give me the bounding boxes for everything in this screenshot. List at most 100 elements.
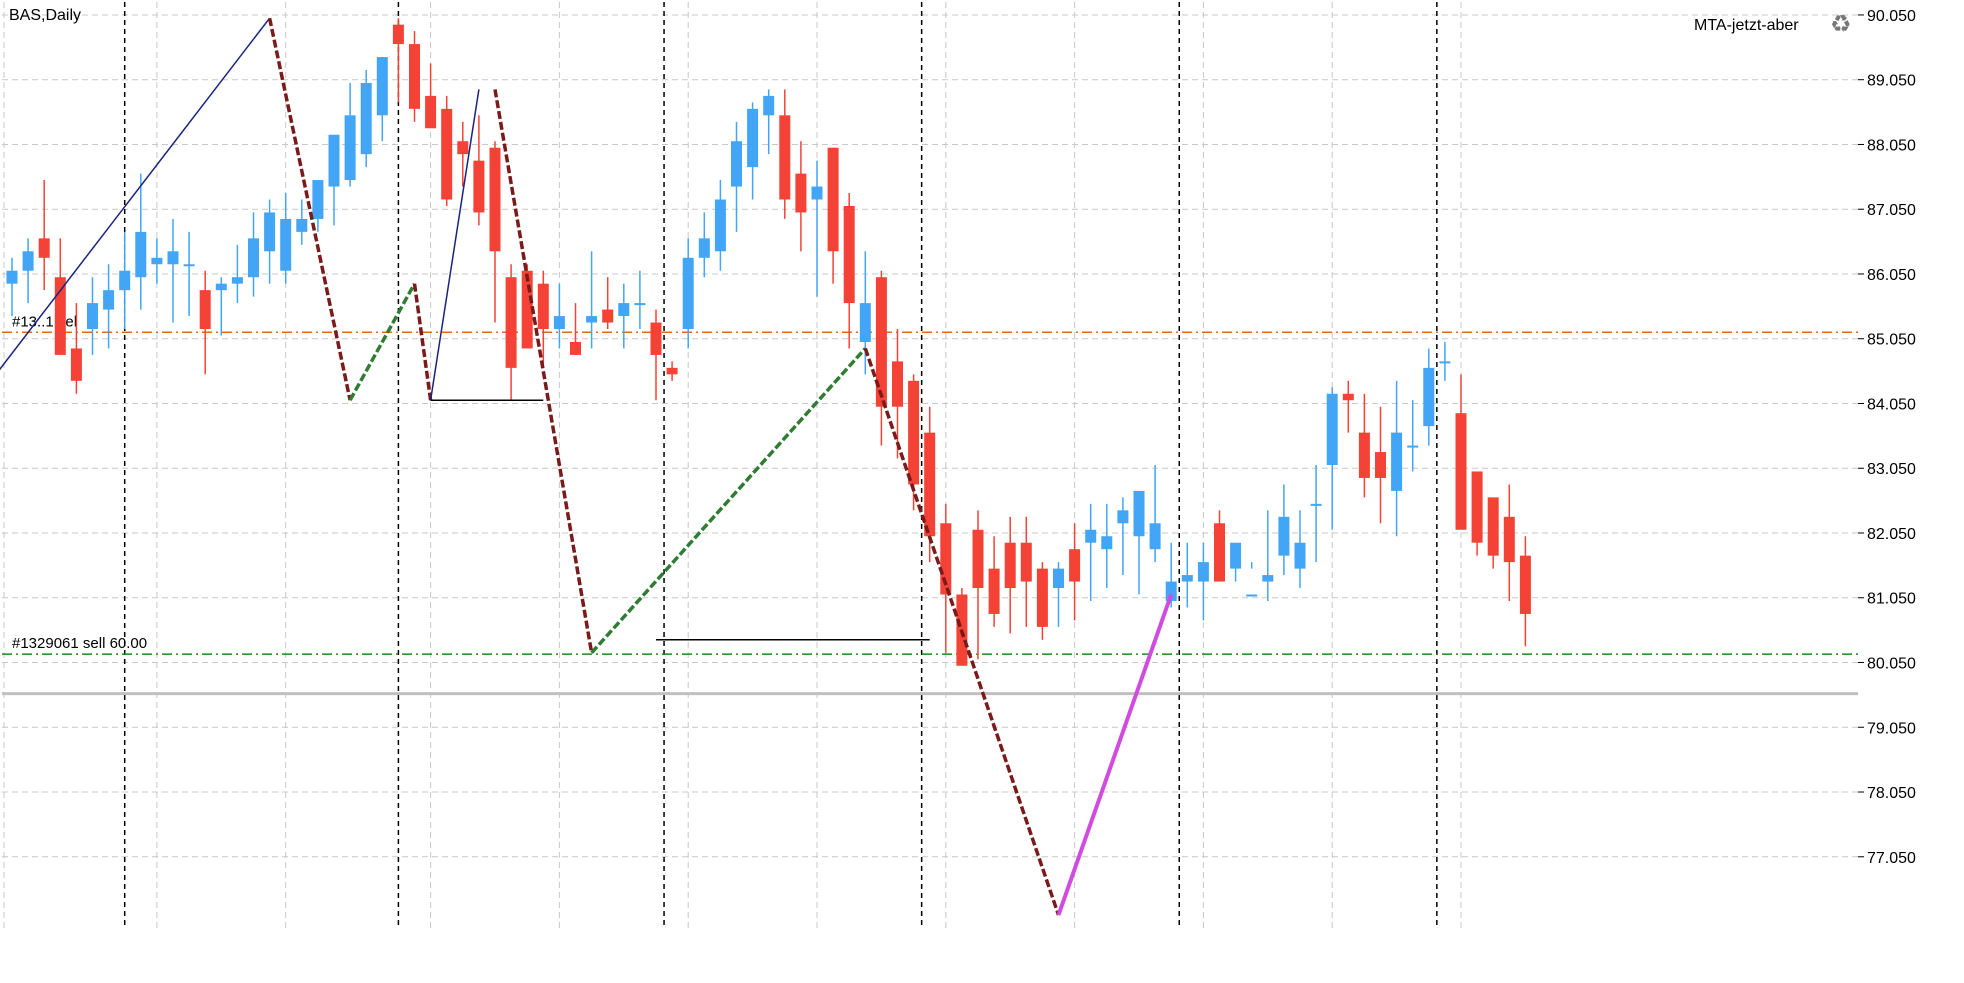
y-tick-label: 89.050 — [1867, 73, 1916, 90]
candle-body — [666, 367, 678, 375]
candle-body — [1375, 452, 1386, 478]
candle-body — [1181, 575, 1193, 582]
order-line-label: #1329061 sell 60.00 — [12, 635, 147, 652]
candle-body — [714, 199, 726, 252]
candle-body — [1326, 393, 1338, 465]
candle-body — [1246, 594, 1258, 597]
candle-body — [1391, 432, 1403, 491]
y-tick-label: 87.050 — [1867, 202, 1916, 219]
candle-body — [602, 309, 614, 323]
candle-body — [570, 341, 581, 355]
y-tick-label: 88.050 — [1867, 137, 1916, 154]
candle-body — [425, 95, 437, 129]
candle-body — [1439, 361, 1451, 364]
candle-body — [135, 231, 147, 278]
candle-body — [1310, 503, 1322, 506]
candle-body — [1036, 568, 1048, 627]
y-tick-label: 86.050 — [1867, 267, 1916, 284]
candle-body — [119, 270, 131, 291]
candle-body — [1423, 367, 1435, 427]
candle-body — [505, 277, 517, 368]
candle-body — [296, 218, 308, 232]
candle-body — [779, 115, 791, 200]
candle-body — [231, 277, 243, 284]
candle-body — [489, 147, 501, 252]
candle-body — [215, 283, 227, 291]
candle-body — [441, 108, 453, 200]
candle-body — [1342, 393, 1354, 401]
chart-background — [0, 0, 1964, 978]
candle-body — [1471, 471, 1483, 543]
candle-body — [473, 160, 485, 213]
candle-body — [199, 290, 211, 330]
candle-body — [1020, 542, 1032, 582]
candle-body — [618, 303, 630, 317]
candle-body — [1487, 497, 1499, 556]
y-tick-label: 78.050 — [1867, 785, 1916, 802]
candle-body — [1519, 555, 1531, 614]
candle-body — [183, 264, 195, 267]
candle-body — [553, 316, 565, 330]
candle-body — [1358, 432, 1370, 478]
candle-body — [54, 277, 66, 355]
candle-body — [1004, 542, 1016, 589]
candle-body — [1214, 523, 1225, 582]
y-tick-label: 79.050 — [1867, 720, 1916, 737]
candle-body — [1085, 529, 1097, 543]
candle-body — [650, 322, 662, 355]
candle-body — [409, 44, 420, 109]
candle-body — [795, 173, 807, 213]
candle-body — [360, 82, 372, 155]
candle-body — [988, 568, 1000, 614]
candle-body — [87, 303, 98, 330]
chart-area[interactable]: 90.050 89.050 88.050 87.050 86.050 85.050 84.0… — [0, 0, 1964, 978]
candle-body — [328, 134, 340, 187]
candle-body — [167, 251, 179, 265]
y-tick-label: 81.050 — [1867, 591, 1916, 608]
candle-body — [248, 238, 259, 278]
candle-body — [537, 283, 549, 330]
candle-body — [634, 303, 646, 306]
candle-body — [312, 180, 324, 219]
candle-body — [731, 141, 742, 187]
robot-expert-icon[interactable]: ♻ — [1830, 10, 1852, 39]
candle-body — [892, 361, 903, 407]
price-chart[interactable]: 90.050 89.050 88.050 87.050 86.050 85.050 84.0… — [0, 0, 1964, 978]
candle-body — [376, 57, 388, 116]
candle-body — [1503, 516, 1515, 563]
candle-body — [1407, 445, 1419, 448]
candle-body — [1053, 568, 1064, 589]
candle-body — [811, 186, 823, 200]
y-tick-label: 85.050 — [1867, 332, 1916, 349]
candle-body — [747, 108, 759, 168]
candle-body — [1197, 562, 1209, 582]
candle-body — [1230, 542, 1242, 569]
candle-body — [1455, 413, 1467, 530]
y-tick-label: 80.050 — [1867, 656, 1916, 673]
candle-body — [682, 257, 694, 330]
candle-body — [908, 380, 920, 485]
candle-body — [1117, 510, 1129, 524]
candle-body — [103, 290, 115, 310]
candle-body — [151, 257, 163, 265]
y-tick-label: 82.050 — [1867, 526, 1916, 543]
candle-body — [1101, 536, 1113, 550]
candle-body — [859, 303, 871, 342]
y-tick-label: 77.050 — [1867, 850, 1916, 867]
candle-body — [763, 95, 775, 116]
candle-body — [843, 205, 855, 304]
candle-body — [6, 270, 18, 284]
y-tick-label: 84.050 — [1867, 396, 1916, 413]
candle-body — [972, 529, 984, 589]
candle-body — [38, 238, 50, 258]
indicator-label[interactable]: MTA-jetzt-aber — [1694, 17, 1799, 35]
order-line-label: #13..1 sel — [12, 313, 77, 330]
y-tick-label: 90.050 — [1867, 8, 1916, 25]
candle-body — [1262, 575, 1274, 582]
symbol-title: BAS,Daily — [9, 7, 82, 24]
y-tick-label: 83.050 — [1867, 461, 1916, 478]
candle-body — [22, 251, 34, 271]
candle-body — [264, 212, 276, 252]
candle-body — [392, 24, 404, 45]
candle-body — [457, 141, 469, 155]
